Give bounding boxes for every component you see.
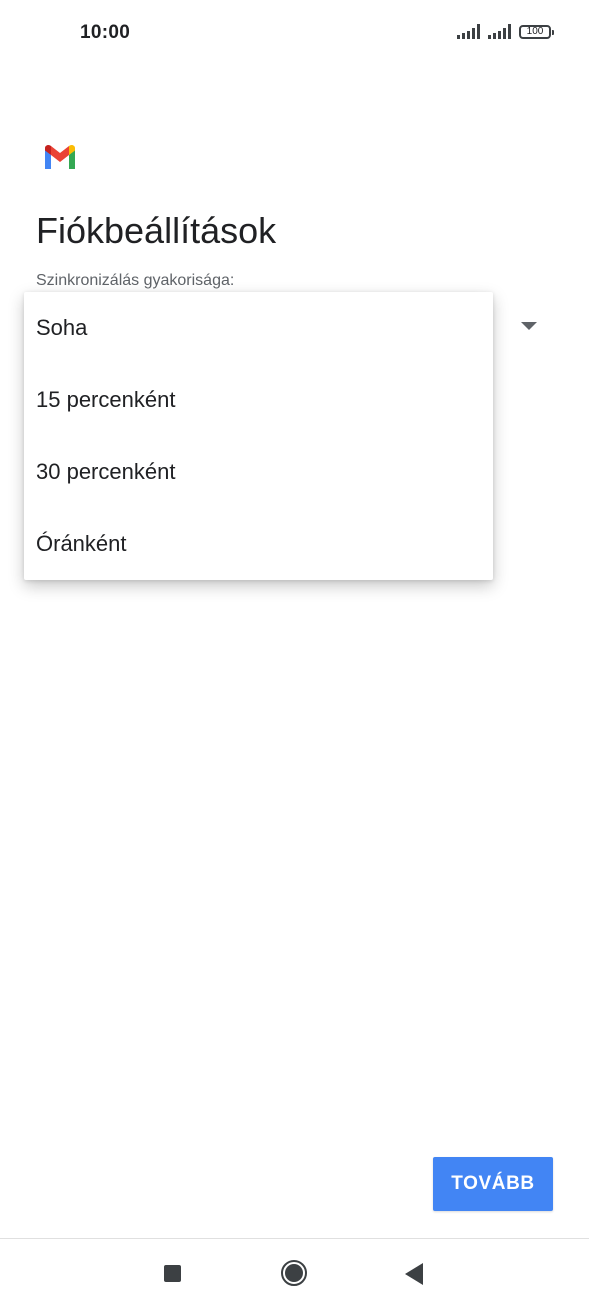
status-time: 10:00 [80,22,131,43]
recents-icon[interactable] [164,1265,181,1282]
gmail-logo-icon [45,144,75,169]
dropdown-option-30-minutes[interactable]: 30 percenként [24,436,493,508]
status-icons: 100 [457,24,554,39]
sync-frequency-label: Szinkronizálás gyakorisága: [36,272,235,289]
navigation-bar [0,1239,589,1309]
dropdown-arrow-icon[interactable] [521,322,537,330]
page-title: Fiókbeállítások [36,210,277,251]
dropdown-option-hourly[interactable]: Óránként [24,508,493,580]
back-icon[interactable] [405,1263,423,1285]
sync-frequency-dropdown-menu: Soha 15 percenként 30 percenként Óránkén… [24,292,493,580]
next-button[interactable]: TOVÁBB [433,1157,553,1211]
dropdown-option-15-minutes[interactable]: 15 percenként [24,364,493,436]
signal-icon [457,24,480,39]
dropdown-option-never[interactable]: Soha [24,292,493,364]
home-icon[interactable] [281,1260,307,1286]
battery-icon: 100 [519,25,554,39]
signal-icon [488,24,511,39]
status-bar: 10:00 100 [0,0,589,68]
